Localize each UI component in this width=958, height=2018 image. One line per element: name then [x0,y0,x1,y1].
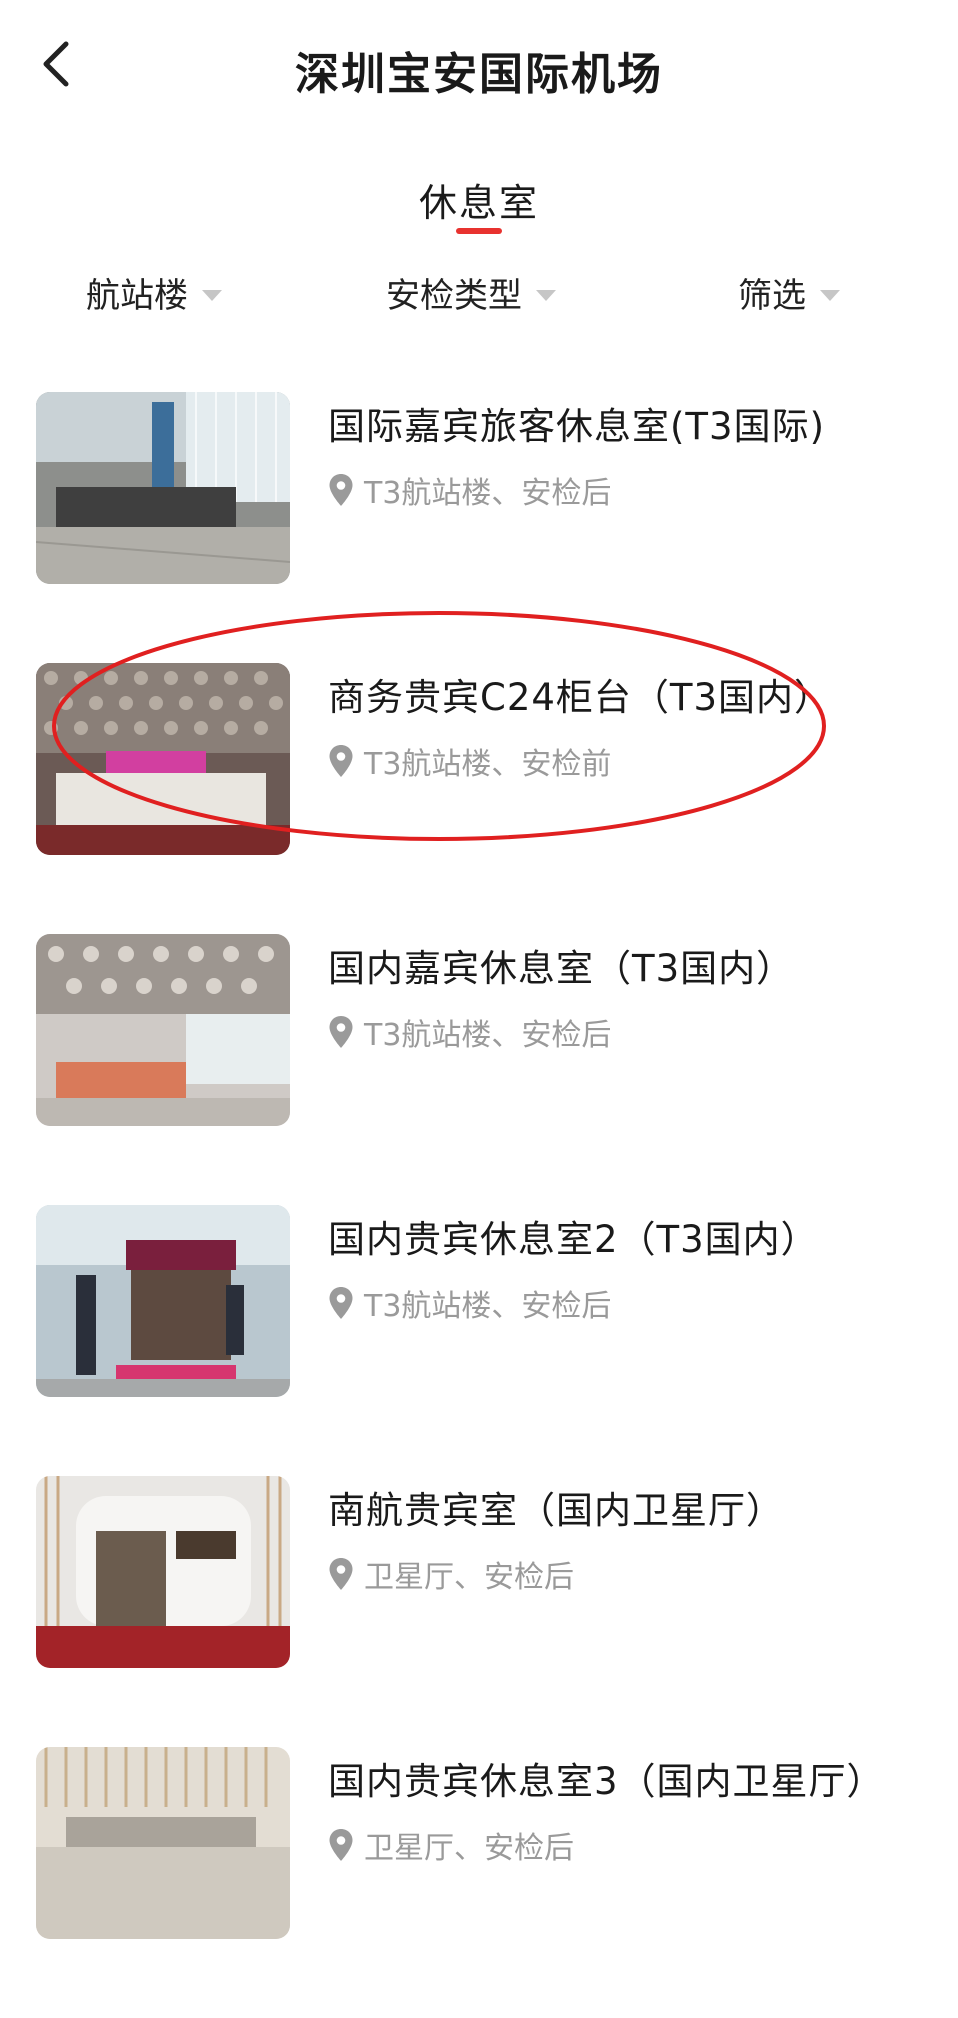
caret-down-icon [202,290,222,301]
location-pin-icon [328,1828,354,1862]
filter-label: 安检类型 [386,276,522,316]
lounge-location-text: 卫星厅、安检后 [364,1831,574,1866]
list-item[interactable]: 商务贵宾C24柜台（T3国内） T3航站楼、安检前 [0,663,958,934]
tab-label: 休息室 [418,181,539,225]
filter-label: 航站楼 [86,276,188,316]
lounge-location-text: T3航站楼、安检后 [364,1289,612,1324]
lounge-photo [36,663,290,855]
lounge-location-text: T3航站楼、安检前 [364,747,612,782]
lounge-title: 商务贵宾C24柜台（T3国内） [328,676,833,719]
lounge-location: T3航站楼、安检后 [328,1010,611,1054]
caret-down-icon [820,290,840,301]
lounge-location: 卫星厅、安检后 [328,1552,574,1596]
filter-bar: 航站楼 安检类型 筛选 [0,268,958,318]
location-pin-icon [328,473,354,507]
filter-terminal[interactable]: 航站楼 [86,268,222,317]
lounge-photo [36,934,290,1126]
list-item[interactable]: 国内贵宾休息室2（T3国内） T3航站楼、安检后 [0,1205,958,1476]
tab-bar: 休息室 [0,172,958,242]
lounge-location: T3航站楼、安检后 [328,468,611,512]
lounge-location: 卫星厅、安检后 [328,1823,574,1867]
lounge-location-text: 卫星厅、安检后 [364,1560,574,1595]
filter-more[interactable]: 筛选 [738,268,840,317]
lounge-title: 国内嘉宾休息室（T3国内） [328,947,795,990]
lounge-photo [36,1747,290,1939]
lounge-photo [36,1205,290,1397]
lounge-location-text: T3航站楼、安检后 [364,476,612,511]
lounge-photo [36,1476,290,1668]
filter-label: 筛选 [738,276,806,316]
list-item[interactable]: 国内嘉宾休息室（T3国内） T3航站楼、安检后 [0,934,958,1205]
filter-security-type[interactable]: 安检类型 [386,268,556,317]
page-title: 深圳宝安国际机场 [295,49,663,100]
lounge-title: 国内贵宾休息室2（T3国内） [328,1218,819,1261]
location-pin-icon [328,1286,354,1320]
lounge-location: T3航站楼、安检前 [328,739,611,783]
location-pin-icon [328,1015,354,1049]
list-item[interactable]: 国际嘉宾旅客休息室(T3国际) T3航站楼、安检后 [0,392,958,663]
tab-lounge[interactable]: 休息室 [418,172,539,234]
lounge-title: 国内贵宾休息室3（国内卫星厅） [328,1760,885,1803]
lounge-location: T3航站楼、安检后 [328,1281,611,1325]
header: 深圳宝安国际机场 [0,0,958,130]
location-pin-icon [328,744,354,778]
lounge-title: 南航贵宾室（国内卫星厅） [328,1489,784,1532]
lounge-list: 国际嘉宾旅客休息室(T3国际) T3航站楼、安检后 商务贵宾C24柜台（T3国内… [0,392,958,2018]
tab-active-indicator [455,228,502,234]
list-item[interactable]: 南航贵宾室（国内卫星厅） 卫星厅、安检后 [0,1476,958,1747]
list-item[interactable]: 国内贵宾休息室3（国内卫星厅） 卫星厅、安检后 [0,1747,958,2018]
lounge-title: 国际嘉宾旅客休息室(T3国际) [328,405,826,448]
lounge-location-text: T3航站楼、安检后 [364,1018,612,1053]
lounge-photo [36,392,290,584]
caret-down-icon [536,290,556,301]
location-pin-icon [328,1557,354,1591]
